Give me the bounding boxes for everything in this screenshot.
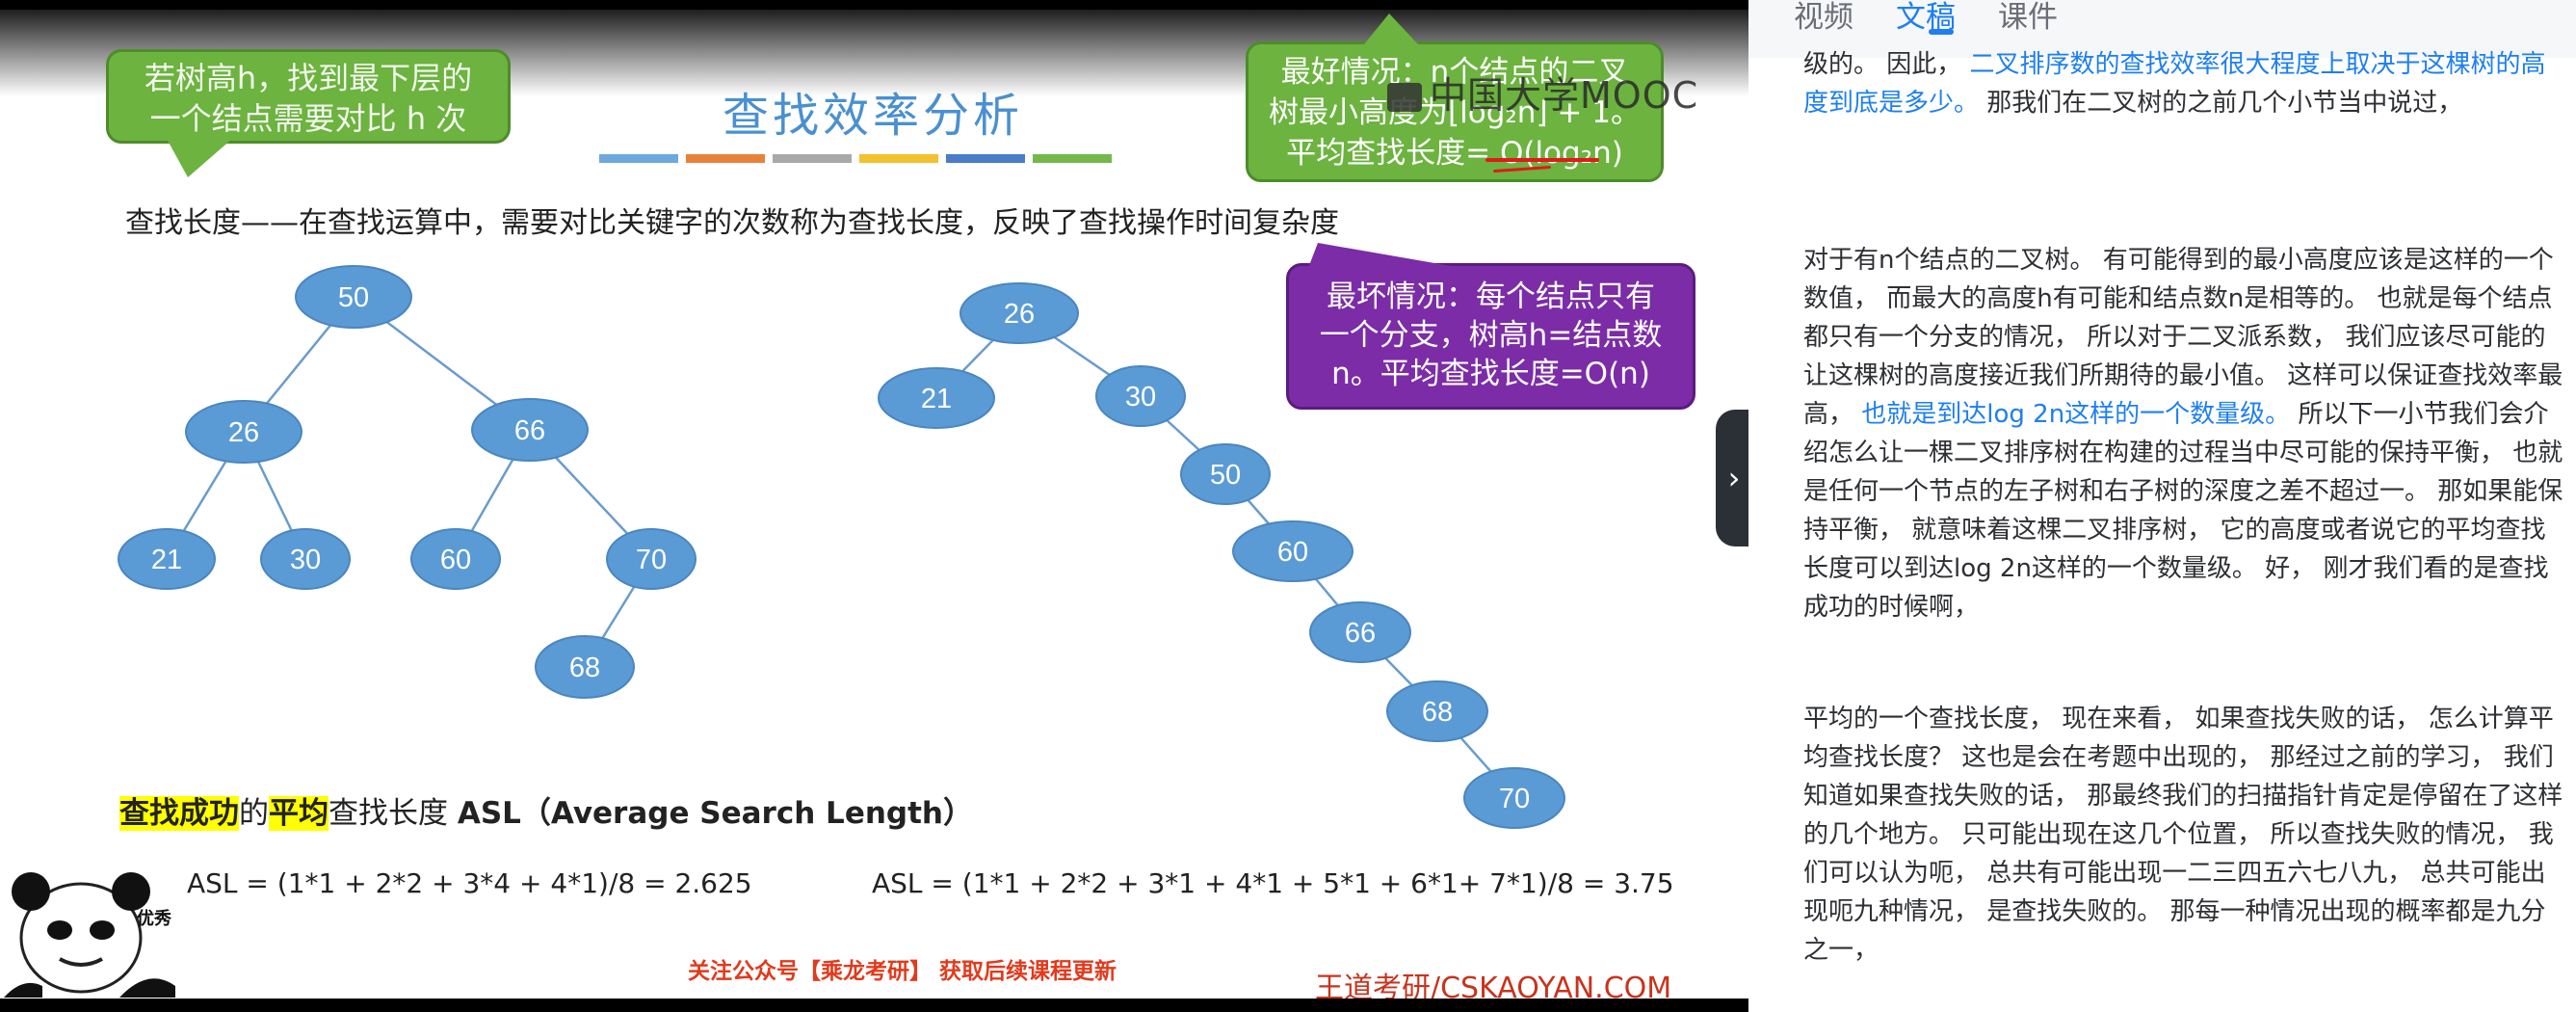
highlight-average: 平均 [269,796,329,831]
transcript-text: 级的。 因此， [1803,50,1970,79]
video-bottom-bar [0,999,1748,1012]
transcript-text: 所以下一小节我们会介绍怎么让一棵二叉排序树在构建的过程当中尽可能的保持平衡， 也… [1803,400,2563,622]
node-label: 21 [921,384,952,414]
node-label: 50 [338,282,369,313]
asl-heading: 查找成功的平均查找长度 ASL（Average Search Length） [119,788,973,832]
node-label: 30 [1125,382,1156,413]
tab-courseware[interactable]: 课件 [1998,0,2058,36]
panda-meme-image: 优秀 [4,872,175,998]
video-player[interactable]: 若树高h，找到最下层的 一个结点需要对比 h 次 最好情况：n个结点的二叉 树最… [0,0,1748,1012]
node-label: 68 [1422,697,1453,728]
expand-panel-button[interactable]: › [1716,410,1752,546]
tab-video[interactable]: 视频 [1794,0,1853,36]
transcript-paragraph[interactable]: 平均的一个查找长度， 现在来看， 如果查找失败的话， 怎么计算平均查找长度？ 这… [1803,700,2566,970]
asl-english: ASL（Average Search Length） [457,796,973,831]
highlight-success: 查找成功 [119,796,239,831]
transcript-content[interactable]: 级的。 因此， 二叉排序数的查找效率很大程度上取决于这棵树的高度到底是多少。 那… [1748,50,2576,1012]
asl-formula-skewed: ASL = (1*1 + 2*2 + 3*1 + 4*1 + 5*1 + 6*1… [872,867,1674,899]
meme-caption: 优秀 [137,908,171,929]
transcript-text: 那我们在二叉树的之前几个小节当中说过， [1979,89,2463,118]
transcript-highlight[interactable]: 也就是到达log 2n这样的一个数量级。 [1861,400,2290,429]
node-label: 26 [228,417,259,448]
asl-text: 查找长度 [329,796,458,831]
transcript-paragraph[interactable]: 级的。 因此， 二叉排序数的查找效率很大程度上取决于这棵树的高度到底是多少。 那… [1803,45,2566,122]
tree-nodes [118,265,1565,829]
tree-diagrams: 50 26 66 21 30 60 70 68 26 21 30 50 60 6… [118,265,1565,829]
wechat-notice: 关注公众号【乘龙考研】 获取后续课程更新 [688,959,1117,984]
lecture-slide: 若树高h，找到最下层的 一个结点需要对比 h 次 最好情况：n个结点的二叉 树最… [0,10,1748,1005]
node-label: 50 [1210,460,1241,491]
node-label: 26 [1004,299,1035,330]
node-label: 60 [1277,537,1308,568]
chevron-right-icon: › [1727,460,1741,496]
node-label: 70 [1499,784,1530,814]
node-label: 70 [636,545,667,575]
side-panel: 视频 文稿 课件 级的。 因此， 二叉排序数的查找效率很大程度上取决于这棵树的高… [1748,0,2576,1012]
asl-text: 的 [239,796,269,831]
asl-formula-balanced: ASL = (1*1 + 2*2 + 3*4 + 4*1)/8 = 2.625 [187,867,752,899]
node-label: 30 [290,545,321,575]
node-label: 66 [1345,618,1376,649]
node-label: 68 [569,652,600,683]
node-label: 66 [514,415,545,446]
node-label: 60 [440,545,471,575]
active-tab-indicator [1929,29,1954,35]
transcript-paragraph[interactable]: 对于有n个结点的二叉树。 有可能得到的最小高度应该是这样的一个数值， 而最大的高… [1803,241,2566,626]
node-label: 21 [151,545,182,575]
